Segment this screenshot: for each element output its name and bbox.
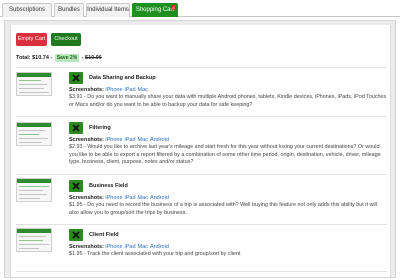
item-thumbnail[interactable]	[16, 228, 52, 252]
tab-bundles[interactable]: Bundles	[54, 3, 84, 17]
tab-individual-items[interactable]: Individual Items	[86, 3, 130, 17]
cart-content: Empty Cart Checkout Total: $10.74 - Save…	[10, 25, 391, 277]
item-description: $1.95 - Track the client associated with…	[69, 251, 241, 257]
cart-panel: Empty Cart Checkout Total: $10.74 - Save…	[4, 20, 396, 278]
total-label: Total: $10.74 -	[16, 55, 53, 61]
item-title: Data Sharing and Backup	[89, 75, 156, 81]
cart-total: Total: $10.74 - Save 2% - $10.96	[16, 53, 102, 63]
item-screenshots: Screenshots: iPhone iPad Mac Android	[69, 137, 171, 143]
divider	[16, 174, 387, 175]
screenshot-link-mac[interactable]: Mac	[138, 195, 148, 201]
remove-item-icon[interactable]	[69, 72, 83, 84]
remove-item-icon[interactable]	[69, 122, 83, 134]
divider	[16, 67, 387, 68]
divider	[16, 271, 387, 272]
remove-item-icon[interactable]	[69, 180, 83, 192]
screenshots-label: Screenshots:	[69, 195, 104, 201]
screenshot-link-mac[interactable]: Mac	[138, 244, 148, 250]
item-title: Business Field	[89, 183, 128, 189]
tab-bar: Subscriptions Bundles Individual Items S…	[0, 0, 400, 17]
screenshots-label: Screenshots:	[69, 87, 104, 93]
divider	[16, 116, 387, 117]
screenshot-link-iphone[interactable]: iPhone	[105, 137, 122, 143]
item-screenshots: Screenshots: iPhone iPad Mac Android	[69, 244, 171, 250]
checkout-button[interactable]: Checkout	[51, 33, 81, 46]
screenshot-link-mac[interactable]: Mac	[138, 87, 148, 93]
screenshot-link-iphone[interactable]: iPhone	[105, 87, 122, 93]
item-title: Filtering	[89, 125, 111, 131]
tab-shopping-cart[interactable]: Shopping Cart 4	[132, 3, 178, 17]
cart-count-badge: 4	[171, 5, 176, 10]
item-title: Client Field	[89, 232, 119, 238]
savings-badge: Save 2%	[54, 54, 80, 62]
tab-label: Individual Items	[87, 7, 129, 13]
tab-label: Shopping Cart	[135, 7, 175, 13]
item-description: $3.91 - Do you want to manually share yo…	[69, 94, 387, 108]
screenshot-link-ipad[interactable]: iPad	[125, 244, 136, 250]
divider	[16, 224, 387, 225]
item-thumbnail[interactable]	[16, 72, 52, 96]
item-description: $1.95 - Do you need to record the busine…	[69, 202, 377, 216]
empty-cart-button[interactable]: Empty Cart	[16, 33, 47, 46]
screenshot-link-ipad[interactable]: iPad	[125, 137, 136, 143]
screenshots-label: Screenshots:	[69, 244, 104, 250]
tab-label: Subscriptions	[8, 7, 46, 13]
screenshot-link-ipad[interactable]: iPad	[125, 195, 136, 201]
tab-subscriptions[interactable]: Subscriptions	[2, 3, 52, 17]
original-price: $10.96	[85, 55, 102, 61]
total-separator: -	[81, 55, 84, 61]
item-screenshots: Screenshots: iPhone iPad Mac Android	[69, 195, 171, 201]
screenshot-link-android[interactable]: Android	[150, 244, 169, 250]
screenshot-link-ipad[interactable]: iPad	[125, 87, 136, 93]
tab-label: Bundles	[58, 7, 80, 13]
screenshot-link-iphone[interactable]: iPhone	[105, 195, 122, 201]
remove-item-icon[interactable]	[69, 229, 83, 241]
screenshot-link-android[interactable]: Android	[150, 195, 169, 201]
item-thumbnail[interactable]	[16, 122, 52, 146]
screenshot-link-iphone[interactable]: iPhone	[105, 244, 122, 250]
screenshot-link-android[interactable]: Android	[150, 137, 169, 143]
item-screenshots: Screenshots: iPhone iPad Mac	[69, 87, 150, 93]
item-description: $2.93 - Would you like to archive last y…	[69, 144, 381, 165]
screenshots-label: Screenshots:	[69, 137, 104, 143]
screenshot-link-mac[interactable]: Mac	[138, 137, 148, 143]
item-thumbnail[interactable]	[16, 178, 52, 202]
